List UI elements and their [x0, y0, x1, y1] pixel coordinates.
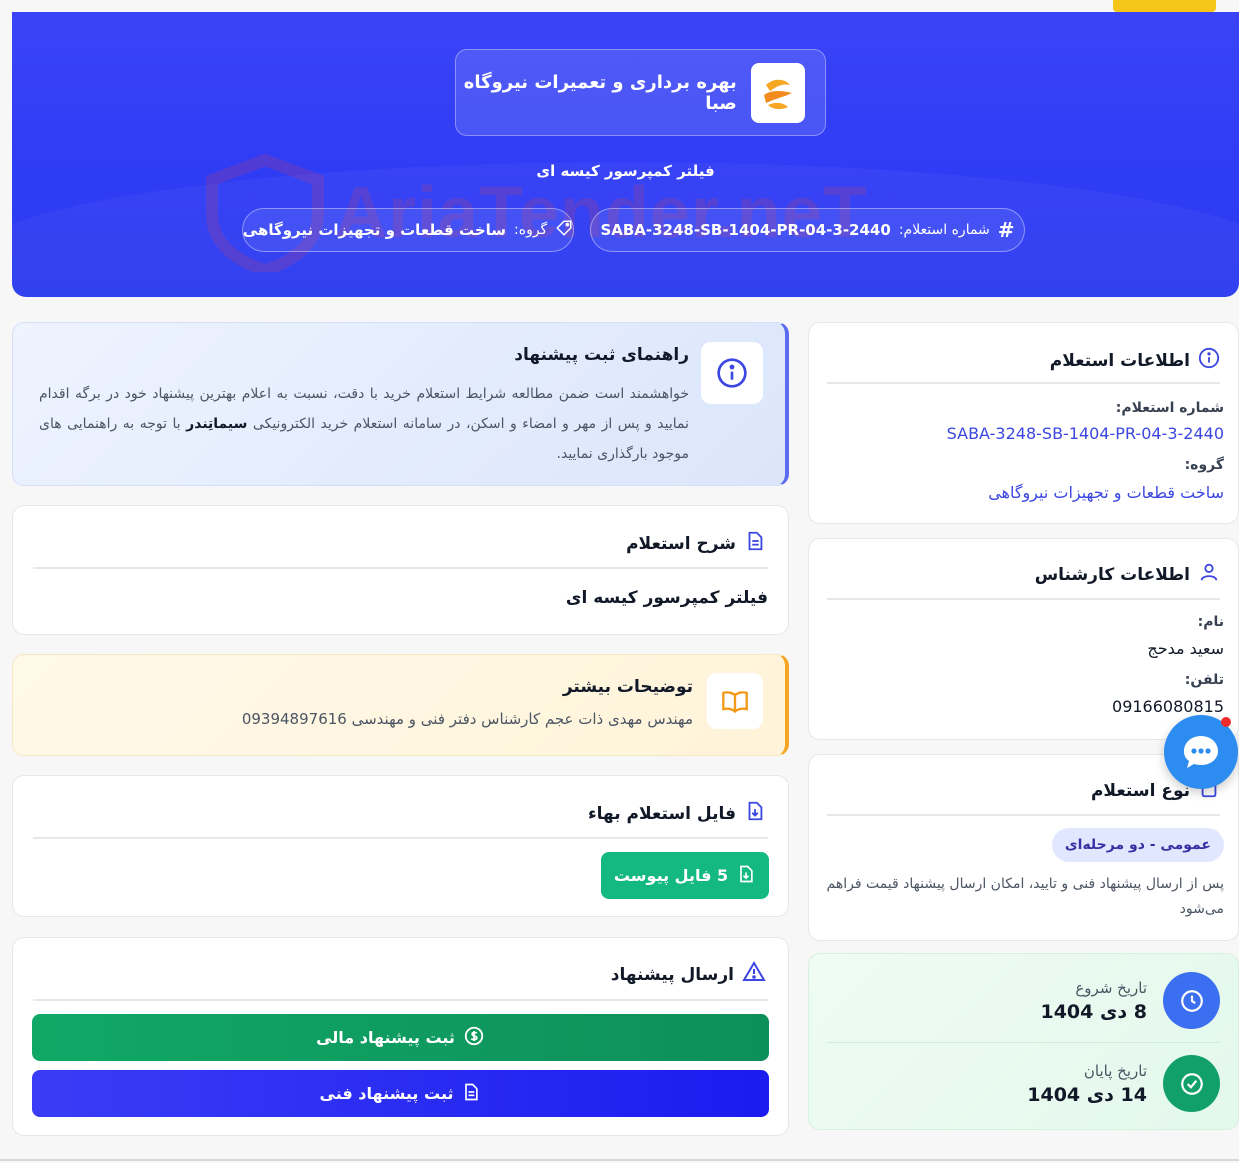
dollar-icon: [463, 1025, 485, 1051]
hash-icon: #: [997, 218, 1015, 242]
inquiry-type-description: پس از ارسال پیشنهاد فنی و تایید، امکان ا…: [826, 876, 1225, 917]
clock-icon: [1163, 972, 1220, 1029]
description-card: شرح استعلام فیلتر کمپرسور کیسه ای: [12, 505, 789, 635]
expert-phone-value: 09166080815: [1112, 697, 1224, 716]
divider: [33, 837, 768, 839]
start-date-row: تاریخ شروع 8 دی 1404: [1040, 972, 1220, 1029]
price-file-header: فایل استعلام بهاء: [588, 800, 766, 827]
more-info-body: مهندس مهدی ذات عجم کارشناس دفتر فنی و مه…: [241, 710, 693, 728]
inquiry-type-card: نوع استعلام عمومی - دو مرحله‌ای پس از ار…: [808, 754, 1239, 941]
expert-name-label: نام:: [1197, 614, 1224, 630]
start-date-value: 8 دی 1404: [1040, 1000, 1147, 1023]
inquiry-number-link[interactable]: SABA-3248-SB-1404-PR-04-3-2440: [947, 424, 1224, 443]
submit-financial-label: ثبت پیشنهاد مالی: [316, 1028, 455, 1047]
inquiry-info-header: اطلاعات استعلام: [1050, 347, 1220, 374]
inquiry-info-card: اطلاعات استعلام شماره استعلام: SABA-3248…: [808, 322, 1239, 524]
more-info-card: توضیحات بیشتر مهندس مهدی ذات عجم کارشناس…: [12, 654, 789, 756]
expert-phone-label: تلفن:: [1184, 672, 1224, 688]
company-logo: [750, 62, 805, 123]
group-label: گروه:: [1184, 457, 1224, 473]
file-download-icon: [744, 800, 766, 827]
divider: [827, 1042, 1220, 1043]
group-value: ساخت قطعات و تجهیزات نیروگاهی: [242, 221, 507, 239]
watermark-text: AriaTender.neT: [335, 173, 868, 253]
dates-card: تاریخ شروع 8 دی 1404 تاریخ پایان 14 دی 1…: [808, 953, 1239, 1130]
inquiry-number-pill: # شماره استعلام: SABA-3248-SB-1404-PR-04…: [590, 208, 1025, 252]
guide-title: راهنمای ثبت پیشنهاد: [514, 345, 689, 365]
divider: [33, 999, 768, 1001]
inquiry-number-value: SABA-3248-SB-1404-PR-04-3-2440: [600, 221, 891, 239]
expert-info-card: اطلاعات کارشناس نام: سعید مدحج تلفن: 091…: [808, 538, 1239, 740]
description-body: فیلتر کمپرسور کیسه ای: [565, 588, 768, 608]
submit-header: ارسال پیشنهاد: [611, 960, 766, 989]
submit-technical-button[interactable]: ثبت پیشنهاد فنی: [32, 1070, 769, 1117]
inquiry-number-label: شماره استعلام:: [898, 222, 990, 238]
user-icon: [1198, 561, 1220, 588]
attachments-button-label: 5 فایل پیوست: [613, 866, 729, 885]
group-link[interactable]: ساخت قطعات و تجهیزات نیروگاهی: [988, 483, 1224, 502]
expert-name-value: سعید مدحج: [1147, 639, 1224, 658]
notification-dot: [1221, 717, 1231, 727]
inquiry-info-title: اطلاعات استعلام: [1049, 350, 1190, 371]
submit-financial-button[interactable]: ثبت پیشنهاد مالی: [32, 1014, 769, 1061]
divider: [0, 1159, 1239, 1161]
inquiry-type-badge: عمومی - دو مرحله‌ای: [1051, 828, 1224, 862]
inquiry-type-badge-wrap: عمومی - دو مرحله‌ای: [1051, 828, 1224, 862]
tag-icon: [555, 219, 573, 241]
divider: [827, 598, 1220, 600]
submit-technical-label: ثبت پیشنهاد فنی: [319, 1084, 454, 1103]
company-name: بهره برداری و تعمیرات نیروگاه صبا: [463, 71, 737, 114]
price-file-title: فایل استعلام بهاء: [587, 803, 736, 824]
attachments-button[interactable]: 5 فایل پیوست: [601, 852, 769, 899]
top-accent-bar: [1113, 0, 1216, 12]
end-date-label: تاریخ پایان: [1083, 1061, 1147, 1080]
divider: [827, 382, 1220, 384]
chat-bubble-icon: [1184, 736, 1218, 768]
end-date-row: تاریخ پایان 14 دی 1404: [1027, 1055, 1220, 1112]
divider: [33, 567, 768, 569]
file-text-icon: [461, 1082, 481, 1106]
guide-text-brand: سیماتِندر: [186, 416, 248, 432]
info-icon: [701, 342, 763, 404]
hero-banner: AriaTender.neT بهره برداری و تعمیرات نیر…: [12, 12, 1239, 297]
end-date-value: 14 دی 1404: [1027, 1083, 1147, 1106]
guide-card: راهنمای ثبت پیشنهاد خواهشمند است ضمن مطا…: [12, 322, 789, 486]
inquiry-type-title: نوع استعلام: [1090, 780, 1190, 801]
more-info-title: توضیحات بیشتر: [562, 677, 693, 697]
warning-icon: [742, 960, 766, 989]
guide-text: خواهشمند است ضمن مطالعه شرایط استعلام خر…: [39, 379, 689, 469]
company-card: بهره برداری و تعمیرات نیروگاه صبا: [455, 49, 826, 136]
hero-subtitle: فیلتر کمپرسور کیسه ای: [536, 162, 715, 180]
description-header: شرح استعلام: [626, 530, 766, 557]
check-circle-icon: [1163, 1055, 1220, 1112]
book-icon: [707, 673, 763, 729]
group-pill: گروه: ساخت قطعات و تجهیزات نیروگاهی: [242, 208, 574, 252]
group-label: گروه:: [514, 222, 548, 238]
description-title: شرح استعلام: [626, 533, 736, 554]
inquiry-number-label: شماره استعلام:: [1115, 400, 1224, 416]
file-text-icon: [744, 530, 766, 557]
submit-title: ارسال پیشنهاد: [610, 964, 734, 985]
file-download-icon: [736, 864, 756, 888]
info-icon: [1198, 347, 1220, 374]
divider: [827, 814, 1220, 816]
start-date-label: تاریخ شروع: [1075, 978, 1147, 997]
expert-info-title: اطلاعات کارشناس: [1034, 564, 1190, 585]
expert-info-header: اطلاعات کارشناس: [1035, 561, 1220, 588]
